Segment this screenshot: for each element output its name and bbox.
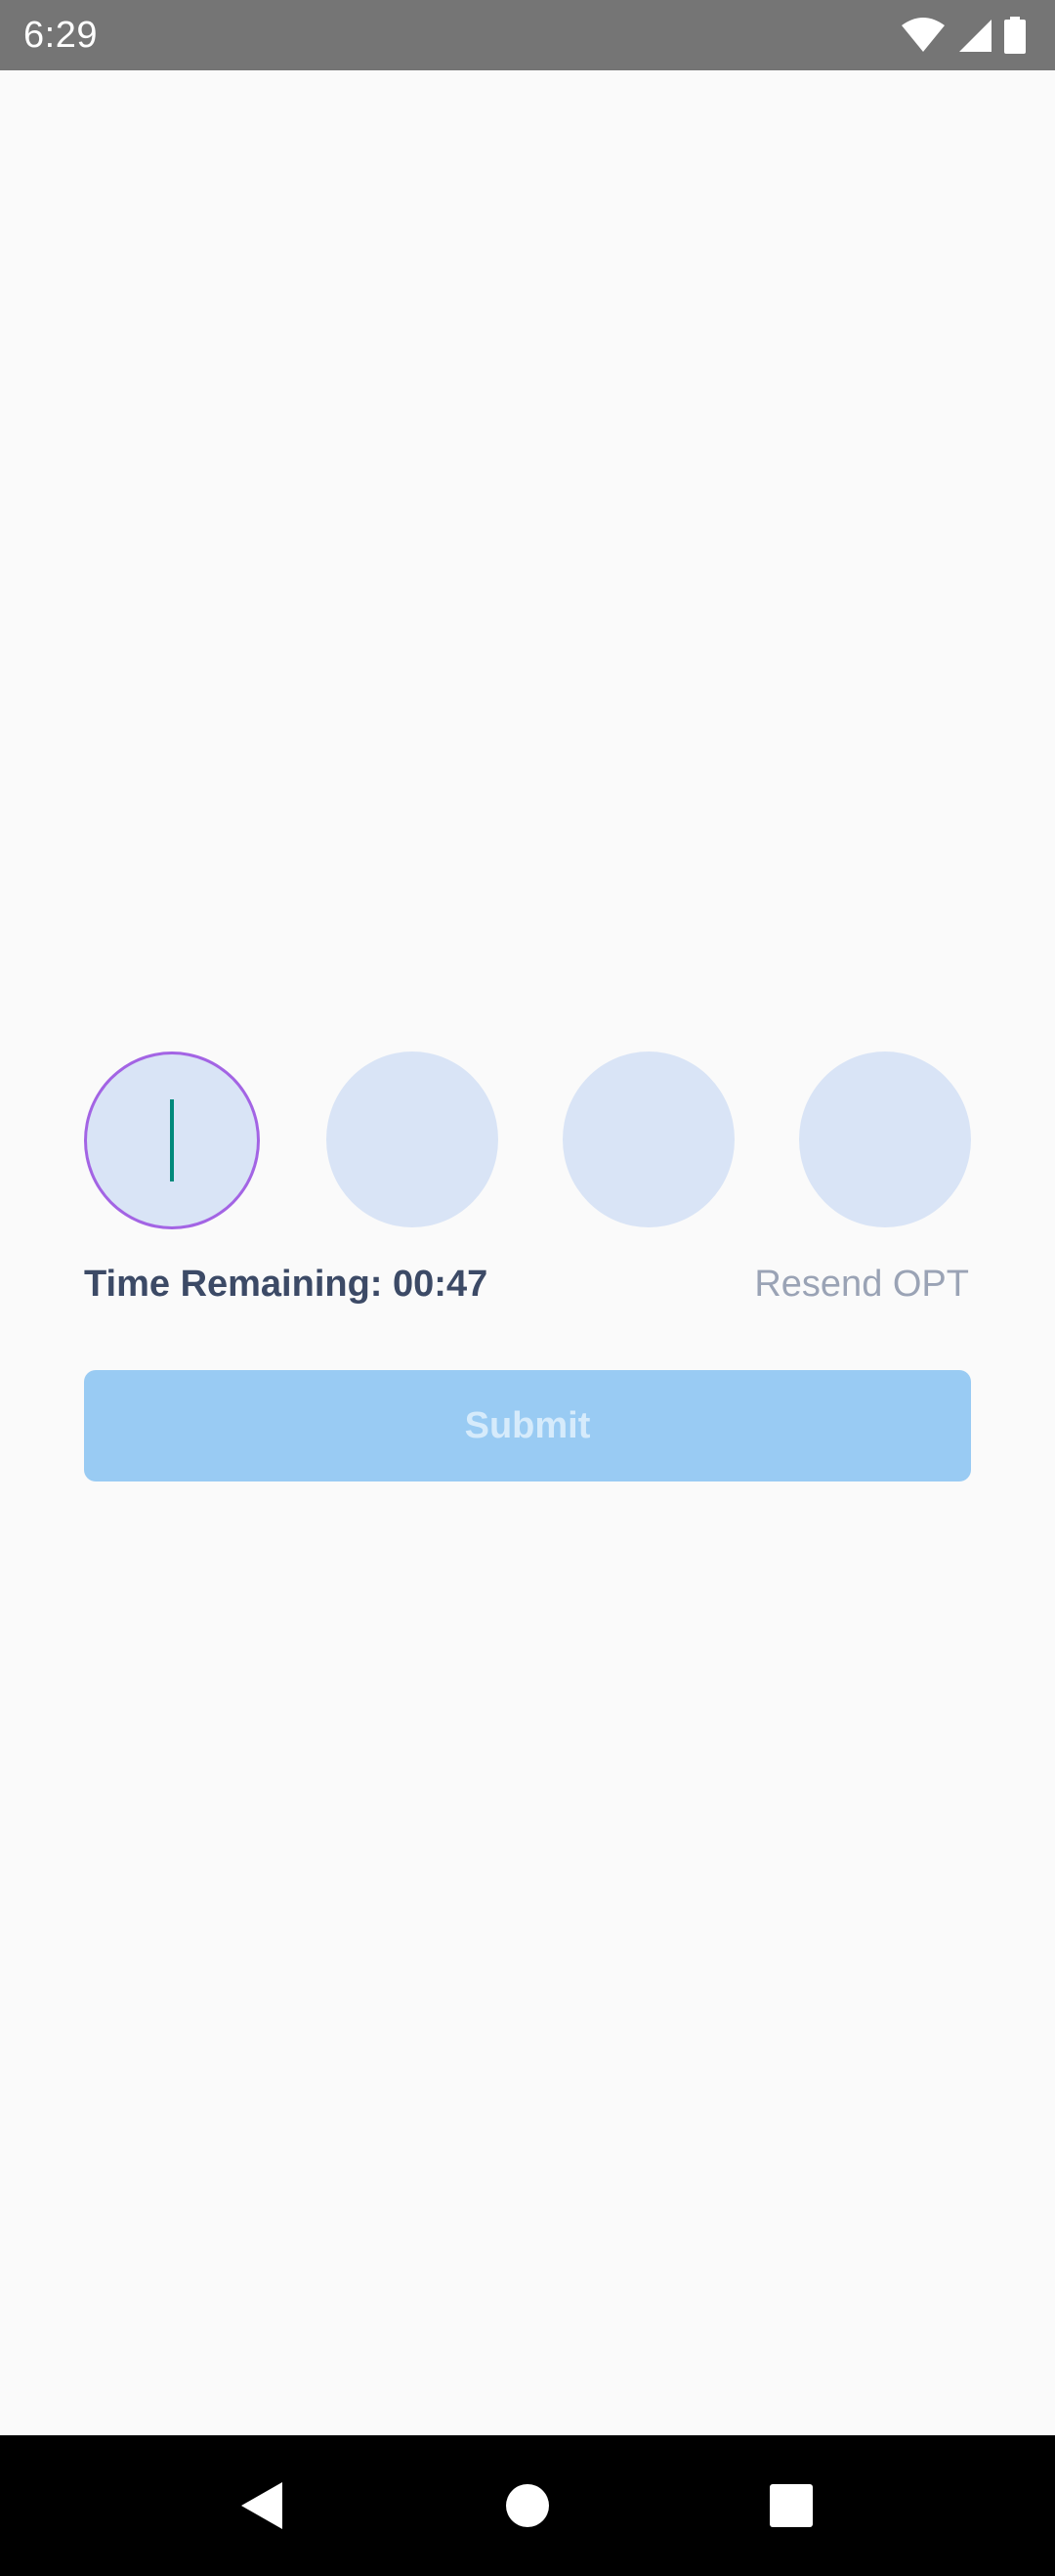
otp-digit-2-input[interactable]	[326, 1052, 498, 1227]
recents-button[interactable]	[733, 2435, 850, 2576]
back-button[interactable]	[203, 2435, 320, 2576]
navigation-bar	[0, 2435, 1055, 2576]
battery-icon	[1004, 17, 1026, 54]
wifi-icon	[901, 18, 946, 53]
otp-digit-3-input[interactable]	[563, 1052, 735, 1227]
time-remaining-label: Time Remaining: 00:47	[84, 1264, 488, 1305]
otp-digit-1-input[interactable]	[84, 1052, 260, 1229]
status-time: 6:29	[23, 15, 98, 56]
status-bar: 6:29	[0, 0, 1055, 70]
recents-icon	[770, 2484, 813, 2527]
otp-digit-4-input[interactable]	[799, 1052, 971, 1227]
otp-input-row	[0, 1052, 1055, 1229]
status-icons	[901, 16, 1026, 55]
cellular-signal-icon	[957, 18, 992, 53]
text-cursor	[170, 1099, 174, 1181]
resend-otp-link[interactable]: Resend OPT	[754, 1259, 969, 1309]
home-button[interactable]	[469, 2435, 586, 2576]
back-icon	[239, 2480, 284, 2531]
home-icon	[506, 2484, 549, 2527]
submit-button[interactable]: Submit	[84, 1370, 971, 1481]
